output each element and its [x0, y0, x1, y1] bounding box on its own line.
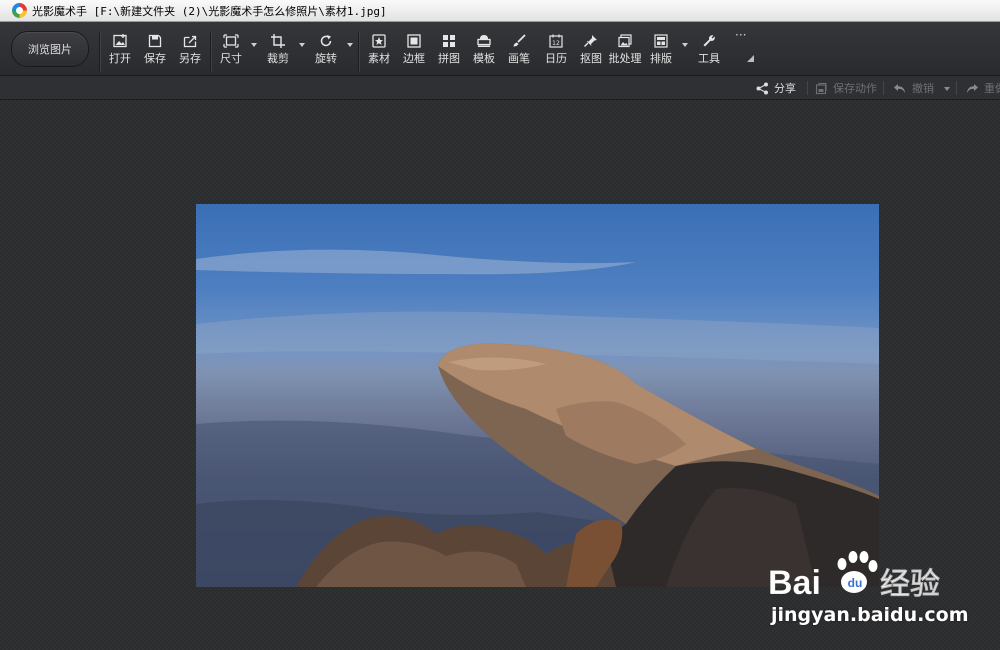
template-stamp-icon [477, 35, 491, 47]
watermark-brand-prefix: Bai [768, 564, 821, 602]
photo-canvas[interactable] [196, 204, 879, 587]
landscape-photo [196, 249, 879, 587]
watermark-brand-suffix: 经验 [880, 567, 940, 602]
save-as-label: 另存 [179, 52, 201, 65]
crop-label: 裁剪 [267, 52, 289, 65]
save-as-button[interactable]: 另存 [170, 34, 210, 70]
template-button[interactable]: 模板 [464, 34, 504, 70]
save-action-button[interactable]: 保存动作 [815, 80, 877, 96]
batch-images-icon [618, 34, 632, 48]
action-divider [883, 81, 884, 95]
batch-button[interactable]: 批处理 [605, 34, 645, 70]
tools-button[interactable]: 工具 [689, 34, 729, 70]
crop-dropdown-arrow-icon[interactable] [298, 42, 306, 48]
svg-text:du: du [848, 576, 863, 590]
batch-label: 批处理 [608, 52, 642, 65]
redo-label: 重做 [984, 82, 1000, 95]
save-action-icon [815, 82, 827, 94]
save-button[interactable]: 保存 [135, 34, 175, 70]
calendar-day-number: 12 [552, 40, 560, 47]
brush-button[interactable]: 画笔 [499, 34, 539, 70]
size-dropdown-arrow-icon[interactable] [250, 42, 258, 48]
resize-icon [223, 34, 239, 48]
save-as-icon [183, 35, 197, 48]
template-label: 模板 [473, 52, 495, 65]
wrench-icon [703, 35, 715, 47]
redo-arrow-icon [967, 83, 978, 93]
border-button[interactable]: 边框 [394, 34, 434, 70]
size-button[interactable]: 尺寸 [211, 34, 251, 70]
title-bar: 光影魔术手 [F:\新建文件夹 (2)\光影魔术手怎么修照片\素材1.jpg] [0, 0, 1000, 22]
calendar-button[interactable]: 12 日历 [536, 34, 576, 70]
calendar-label: 日历 [545, 52, 567, 65]
open-label: 打开 [109, 52, 131, 65]
save-disk-icon [148, 34, 162, 48]
star-frame-icon [372, 34, 386, 48]
undo-button[interactable]: 撤销 [893, 80, 934, 96]
crop-button[interactable]: 裁剪 [258, 34, 298, 70]
more-tools-button[interactable]: ··· [735, 28, 746, 42]
grid-collage-icon [443, 35, 455, 47]
watermark-url: jingyan.baidu.com [771, 604, 969, 626]
crop-icon [271, 34, 285, 48]
save-action-label: 保存动作 [833, 82, 877, 95]
action-divider [807, 81, 808, 95]
brush-label: 画笔 [508, 52, 530, 65]
brush-icon [513, 34, 526, 47]
layout-label: 排版 [650, 52, 672, 65]
rotate-dropdown-arrow-icon[interactable] [346, 42, 354, 48]
redo-button[interactable]: 重做 [965, 80, 1000, 96]
collage-button[interactable]: 拼图 [429, 34, 469, 70]
open-button[interactable]: 打开 [100, 34, 140, 70]
border-label: 边框 [403, 52, 425, 65]
collage-label: 拼图 [438, 52, 460, 65]
app-logo-icon [12, 3, 27, 18]
pin-cutout-icon [584, 35, 597, 47]
material-button[interactable]: 素材 [359, 34, 399, 70]
undo-label: 撤销 [912, 82, 934, 95]
share-button[interactable]: 分享 [756, 80, 796, 96]
share-label: 分享 [774, 82, 796, 95]
rotate-icon [320, 35, 332, 47]
border-frame-icon [407, 34, 421, 48]
layout-button[interactable]: 排版 [641, 34, 681, 70]
size-label: 尺寸 [220, 52, 242, 65]
browse-images-button[interactable]: 浏览图片 [11, 31, 89, 67]
main-toolbar: 浏览图片 打开 保存 另存 尺寸 裁剪 旋转 素材 边框 拼图 模板 画笔 12… [0, 22, 1000, 76]
window-title: 光影魔术手 [F:\新建文件夹 (2)\光影魔术手怎么修照片\素材1.jpg] [32, 5, 387, 18]
calendar-icon: 12 [549, 34, 563, 48]
rotate-button[interactable]: 旋转 [306, 34, 346, 70]
material-label: 素材 [368, 52, 390, 65]
open-image-icon [113, 34, 127, 48]
action-divider [956, 81, 957, 95]
rotate-label: 旋转 [315, 52, 337, 65]
expand-corner-icon[interactable] [747, 55, 754, 62]
layout-dropdown-arrow-icon[interactable] [681, 42, 689, 48]
tools-label: 工具 [698, 52, 720, 65]
layout-icon [654, 34, 668, 48]
undo-arrow-icon [894, 83, 905, 93]
action-bar: 分享 保存动作 撤销 重做 [0, 76, 1000, 100]
undo-dropdown-arrow-icon[interactable] [943, 86, 951, 92]
save-label: 保存 [144, 52, 166, 65]
share-icon [756, 82, 768, 94]
